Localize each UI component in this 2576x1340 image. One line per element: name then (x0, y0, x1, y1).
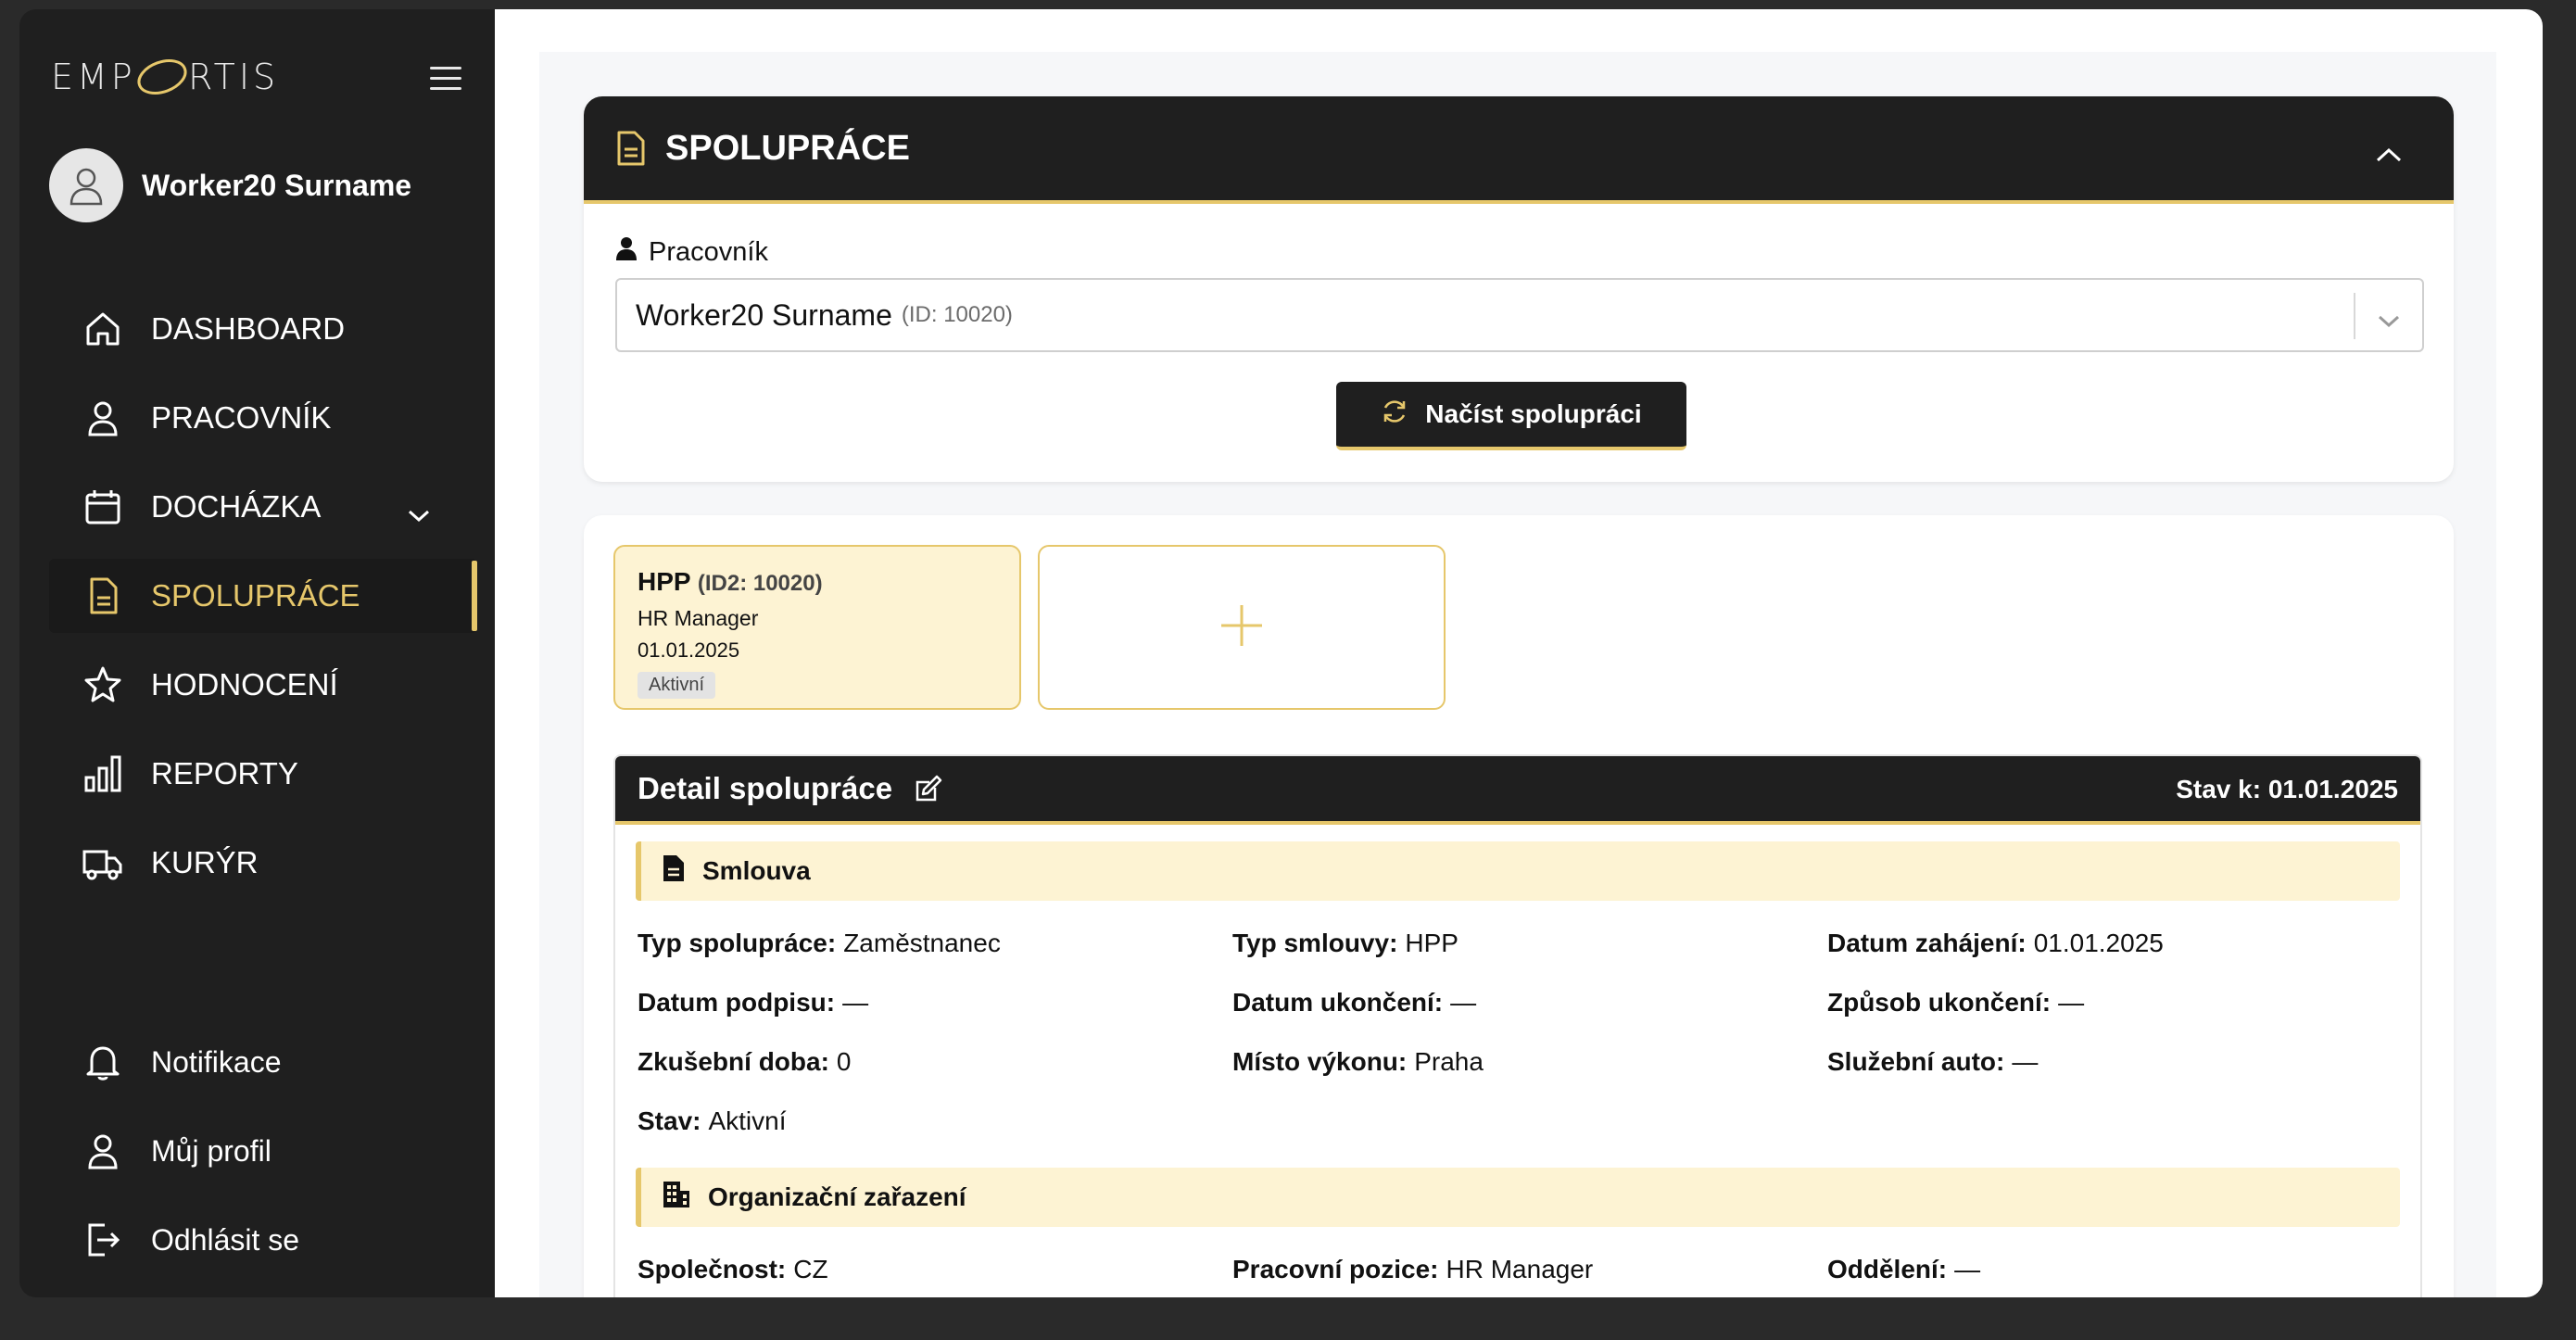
document-icon (82, 575, 123, 616)
section-smlouva: Smlouva (636, 841, 2400, 901)
contract-date: 01.01.2025 (638, 638, 740, 662)
sidebar: EMP RTIS Worker20 Surname DASHBOARD PRAC… (19, 9, 495, 1297)
section-title: Smlouva (702, 856, 811, 885)
refresh-icon (1381, 398, 1408, 432)
emportis-logo: EMP RTIS (51, 57, 273, 97)
page-title: SPOLUPRÁCE (665, 128, 910, 168)
field-sluzebni-auto: Služební auto: — (1827, 1047, 2039, 1076)
person-icon (615, 235, 638, 269)
worker-label: Pracovník (615, 235, 768, 269)
user-profile: Worker20 Surname (49, 148, 411, 222)
contract-detail: Detail spolupráce Stav k: 01.01.2025 Sml… (613, 754, 2422, 1297)
status-badge: Aktivní (638, 672, 716, 699)
worker-select[interactable]: Worker20 Surname (ID: 10020) (615, 278, 2424, 352)
section-title: Organizační zařazení (708, 1182, 966, 1211)
svg-text:EMP: EMP (51, 57, 136, 97)
content-area: SPOLUPRÁCE Pracovník Worker20 Surname (I… (539, 52, 2496, 1297)
spoluprace-card: SPOLUPRÁCE Pracovník Worker20 Surname (I… (584, 96, 2454, 482)
org-fields: Společnost: CZ Pracovní pozice: HR Manager… (638, 1240, 2420, 1297)
avatar (49, 148, 123, 222)
sidebar-item-kuryr[interactable]: KURÝR (49, 826, 477, 900)
field-oddeleni: Oddělení: — (1827, 1255, 1981, 1283)
chevron-down-icon[interactable] (407, 496, 431, 531)
plus-icon (1218, 601, 1266, 654)
contract-position: HR Manager (638, 606, 759, 630)
field-datum-zahajeni: Datum zahájení: 01.01.2025 (1827, 929, 2164, 957)
sidebar-item-label: SPOLUPRÁCE (151, 578, 360, 613)
menu-toggle-button[interactable] (416, 56, 475, 100)
field-datum-ukonceni: Datum ukončení: — (1232, 988, 1477, 1017)
sidebar-item-odhlasit[interactable]: Odhlásit se (49, 1203, 477, 1277)
user-icon (69, 168, 103, 206)
sidebar-item-spoluprace[interactable]: SPOLUPRÁCE (49, 559, 477, 633)
field-datum-podpisu: Datum podpisu: — (638, 988, 869, 1017)
sidebar-item-label: KURÝR (151, 845, 259, 879)
sidebar-item-label: REPORTY (151, 756, 298, 790)
sidebar-item-dashboard[interactable]: DASHBOARD (49, 292, 477, 366)
field-stav: Stav: Aktivní (638, 1106, 787, 1135)
sidebar-item-dochazka[interactable]: DOCHÁZKA (49, 470, 477, 544)
document-icon (615, 130, 647, 167)
truck-icon (82, 842, 123, 883)
contract-title: HPP (ID2: 10020) (638, 567, 997, 597)
file-icon (662, 853, 686, 890)
add-contract-button[interactable] (1038, 545, 1446, 710)
contracts-card: HPP (ID2: 10020) HR Manager 01.01.2025 A… (584, 515, 2454, 1297)
sidebar-item-label: DOCHÁZKA (151, 489, 322, 524)
sidebar-bottom-nav: Notifikace Můj profil Odhlásit se (49, 1025, 477, 1292)
detail-title: Detail spolupráce (638, 771, 893, 805)
sidebar-item-hodnoceni[interactable]: HODNOCENÍ (49, 648, 477, 722)
chevron-down-icon[interactable] (2376, 304, 2402, 338)
sidebar-item-label: Odhlásit se (151, 1222, 300, 1257)
building-icon (662, 1180, 691, 1216)
field-spolecnost: Společnost: CZ (638, 1255, 828, 1283)
sidebar-item-reporty[interactable]: REPORTY (49, 737, 477, 811)
sidebar-item-label: HODNOCENÍ (151, 667, 338, 702)
user-icon (82, 1131, 123, 1171)
select-separator (2354, 293, 2355, 339)
card-header: SPOLUPRÁCE (584, 96, 2454, 204)
sidebar-item-label: Můj profil (151, 1133, 271, 1168)
sidebar-item-label: DASHBOARD (151, 311, 346, 346)
app-logo: EMP RTIS (51, 44, 273, 109)
section-organizacni-zarazeni: Organizační zařazení (636, 1168, 2400, 1227)
field-zpusob-ukonceni: Způsob ukončení: — (1827, 988, 2085, 1017)
contract-type: HPP (638, 567, 691, 596)
bell-icon (82, 1042, 123, 1082)
svg-text:RTIS: RTIS (188, 57, 273, 97)
contract-id: (ID2: 10020) (697, 571, 823, 596)
worker-select-value: Worker20 Surname (636, 297, 892, 332)
load-spoluprace-button[interactable]: Načíst spolupráci (1336, 382, 1686, 450)
logout-icon (82, 1220, 123, 1260)
field-typ-smlouvy: Typ smlouvy: HPP (1232, 929, 1458, 957)
user-name: Worker20 Surname (142, 168, 412, 202)
worker-select-id: (ID: 10020) (901, 302, 1013, 327)
calendar-icon (82, 487, 123, 527)
sidebar-nav: DASHBOARD PRACOVNÍK DOCHÁZKA SPOLUPRÁCE (49, 292, 477, 915)
field-misto-vykonu: Místo výkonu: Praha (1232, 1047, 1484, 1076)
edit-icon[interactable] (913, 773, 944, 804)
sidebar-item-label: PRACOVNÍK (151, 400, 332, 435)
field-pracovni-pozice: Pracovní pozice: HR Manager (1232, 1255, 1594, 1283)
sidebar-item-pracovnik[interactable]: PRACOVNÍK (49, 381, 477, 455)
worker-label-text: Pracovník (649, 236, 768, 267)
field-typ-spoluprace: Typ spolupráce: Zaměstnanec (638, 929, 1001, 957)
sidebar-item-notifikace[interactable]: Notifikace (49, 1025, 477, 1099)
detail-state-date: Stav k: 01.01.2025 (2176, 775, 2398, 803)
contract-card[interactable]: HPP (ID2: 10020) HR Manager 01.01.2025 A… (613, 545, 1021, 710)
main-content: SPOLUPRÁCE Pracovník Worker20 Surname (I… (495, 9, 2543, 1297)
star-icon (82, 664, 123, 705)
sidebar-item-muj-profil[interactable]: Můj profil (49, 1114, 477, 1188)
load-button-label: Načíst spolupráci (1425, 399, 1642, 428)
chevron-up-icon[interactable] (2374, 133, 2404, 173)
home-icon (82, 309, 123, 349)
sidebar-item-label: Notifikace (151, 1044, 282, 1079)
field-zkusebni-doba: Zkušební doba: 0 (638, 1047, 852, 1076)
smlouva-fields: Typ spolupráce: Zaměstnanec Typ smlouvy: H… (638, 914, 2420, 1151)
user-icon (82, 398, 123, 438)
detail-header: Detail spolupráce Stav k: 01.01.2025 (615, 756, 2420, 825)
bar-chart-icon (82, 753, 123, 794)
